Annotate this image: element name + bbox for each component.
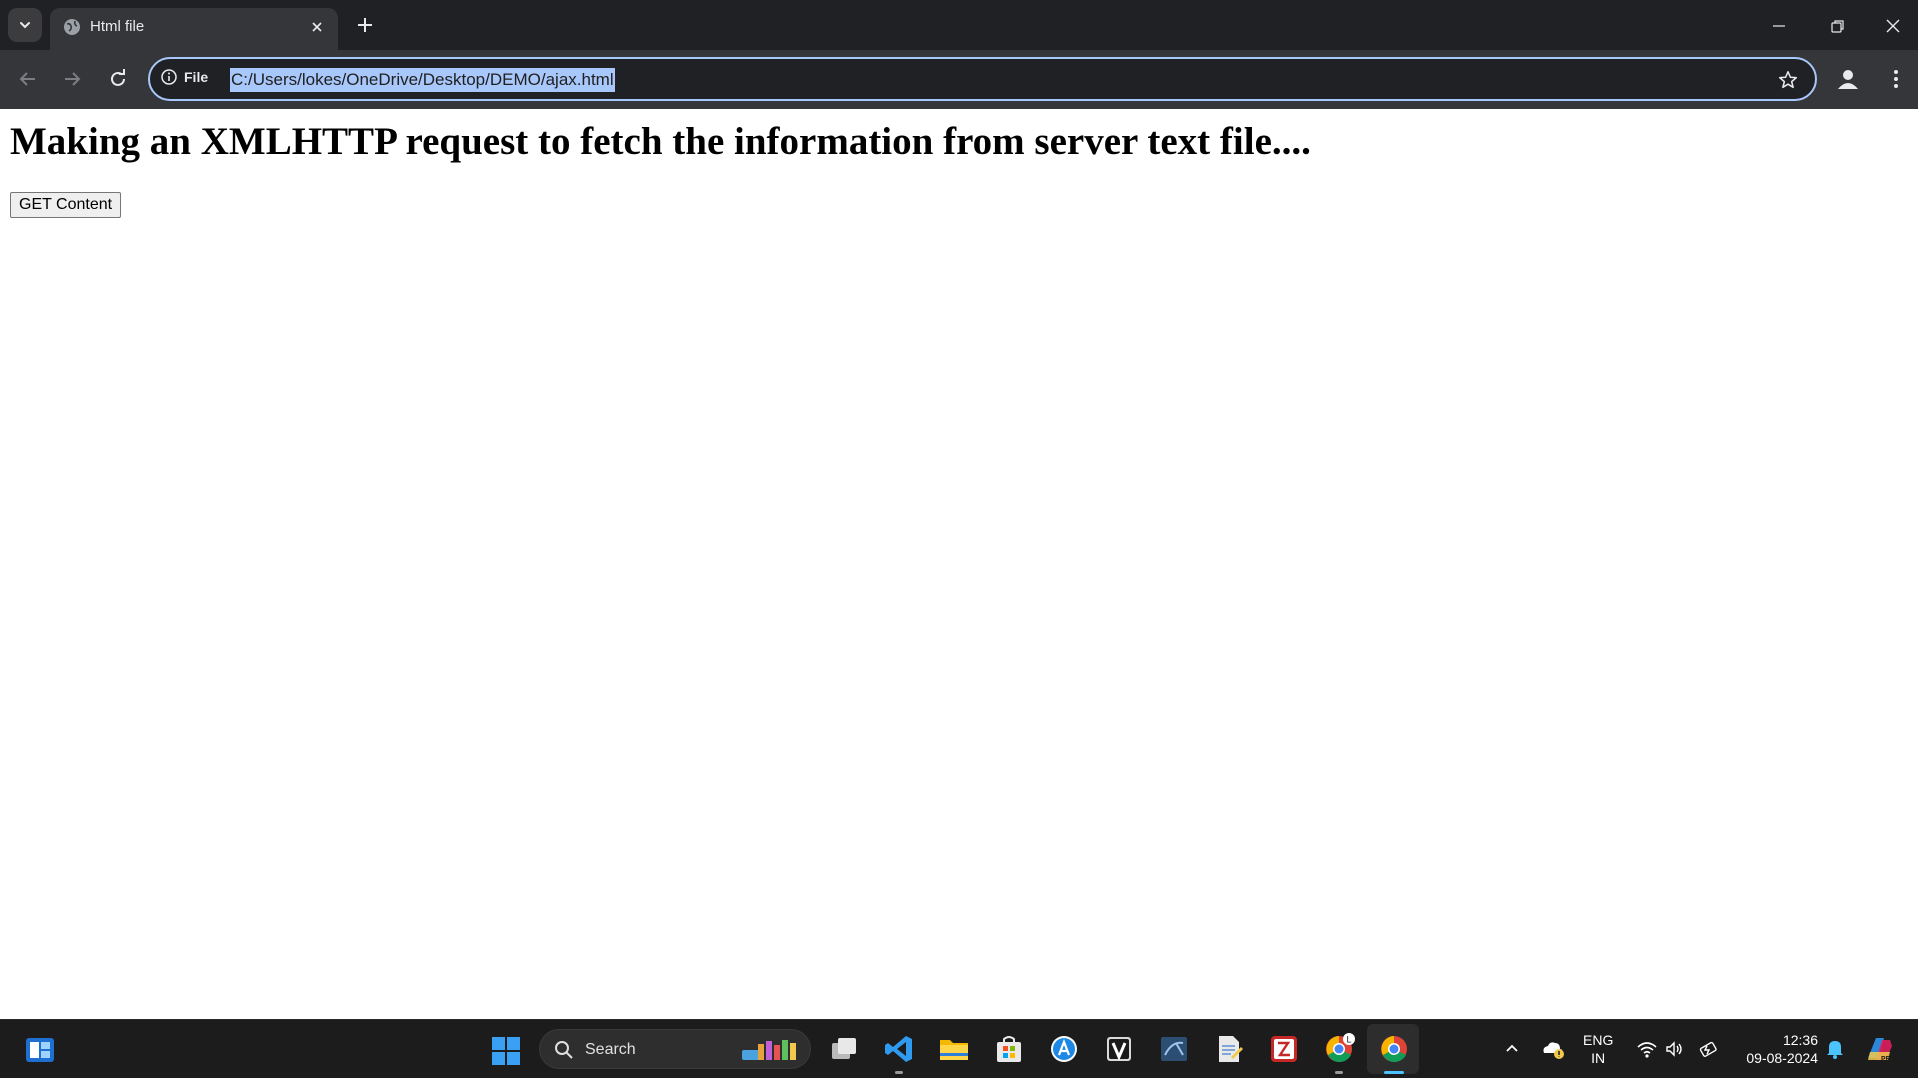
search-icon xyxy=(555,1041,573,1059)
page-heading: Making an XMLHTTP request to fetch the i… xyxy=(10,120,1311,163)
taskbar-search-box[interactable]: Search xyxy=(539,1029,811,1069)
profile-avatar-icon[interactable] xyxy=(1834,65,1862,93)
site-info-chip[interactable]: File xyxy=(160,68,208,86)
search-highlight-icon xyxy=(742,1040,796,1060)
browser-toolbar: File C:/Users/lokes/OneDrive/Desktop/DEM… xyxy=(0,50,1918,109)
minimize-icon[interactable] xyxy=(1767,14,1791,38)
tab-search-button[interactable] xyxy=(8,8,42,42)
language-line1: ENG xyxy=(1583,1032,1614,1048)
globe-icon xyxy=(64,19,80,35)
wifi-icon[interactable] xyxy=(1636,1039,1658,1059)
notepad-icon[interactable] xyxy=(1213,1033,1245,1065)
volume-icon[interactable] xyxy=(1664,1039,1684,1059)
windows-taskbar: Search L ENG IN 12:36 09-08-2024 PRE xyxy=(0,1019,1918,1078)
start-icon[interactable] xyxy=(491,1036,521,1066)
clock-time: 12:36 xyxy=(1782,1032,1818,1048)
language-indicator[interactable]: ENG IN xyxy=(1583,1031,1613,1067)
filezilla-icon[interactable] xyxy=(1268,1033,1300,1065)
url-text[interactable]: C:/Users/lokes/OneDrive/Desktop/DEMO/aja… xyxy=(230,68,615,92)
info-icon xyxy=(161,69,177,85)
vscode-running-indicator xyxy=(895,1071,903,1074)
onedrive-warning-icon[interactable] xyxy=(1540,1037,1566,1061)
svg-text:PRE: PRE xyxy=(1881,1056,1896,1063)
tab-title: Html file xyxy=(90,18,145,35)
chrome-profile-icon[interactable]: L xyxy=(1323,1033,1355,1065)
get-content-button[interactable]: GET Content xyxy=(10,192,122,218)
vim-icon[interactable] xyxy=(1103,1033,1135,1065)
svg-text:L: L xyxy=(1347,1035,1352,1045)
taskbar-search-label: Search xyxy=(585,1041,636,1058)
restore-icon[interactable] xyxy=(1825,14,1849,38)
mysql-workbench-icon[interactable] xyxy=(1158,1033,1190,1065)
language-line2: IN xyxy=(1591,1050,1606,1066)
browser-tab[interactable]: Html file xyxy=(50,8,338,50)
chrome-icon[interactable] xyxy=(1378,1033,1410,1065)
reload-icon[interactable] xyxy=(106,67,130,91)
page-viewport: Making an XMLHTTP request to fetch the i… xyxy=(0,109,1918,1019)
copilot-icon[interactable]: PRE xyxy=(1864,1034,1896,1064)
widgets-icon[interactable] xyxy=(24,1036,56,1064)
clock-date: 09-08-2024 xyxy=(1746,1050,1818,1066)
notification-bell-icon[interactable] xyxy=(1825,1038,1845,1060)
bookmark-star-icon[interactable] xyxy=(1777,69,1799,91)
browser-tab-strip: Html file xyxy=(0,0,1918,50)
app-store-icon[interactable] xyxy=(1048,1033,1080,1065)
close-icon[interactable] xyxy=(310,20,324,34)
back-icon[interactable] xyxy=(16,67,40,91)
file-explorer-icon[interactable] xyxy=(938,1033,970,1065)
new-tab-icon[interactable] xyxy=(353,13,377,37)
chrome-profile-running-indicator xyxy=(1335,1071,1343,1074)
chevron-down-icon xyxy=(20,22,30,29)
ms-store-icon[interactable] xyxy=(993,1033,1025,1065)
site-info-label: File xyxy=(184,69,209,85)
battery-charging-icon[interactable] xyxy=(1698,1038,1720,1060)
forward-icon[interactable] xyxy=(60,67,84,91)
task-view-icon[interactable] xyxy=(828,1033,860,1065)
address-bar[interactable]: File C:/Users/lokes/OneDrive/Desktop/DEM… xyxy=(148,57,1817,101)
chrome-active-indicator xyxy=(1384,1071,1404,1074)
more-menu-icon[interactable] xyxy=(1884,67,1908,91)
window-close-icon[interactable] xyxy=(1881,14,1905,38)
chevron-up-icon[interactable] xyxy=(1503,1039,1521,1057)
vscode-icon[interactable] xyxy=(883,1033,915,1065)
clock[interactable]: 12:36 09-08-2024 xyxy=(1738,1031,1818,1067)
